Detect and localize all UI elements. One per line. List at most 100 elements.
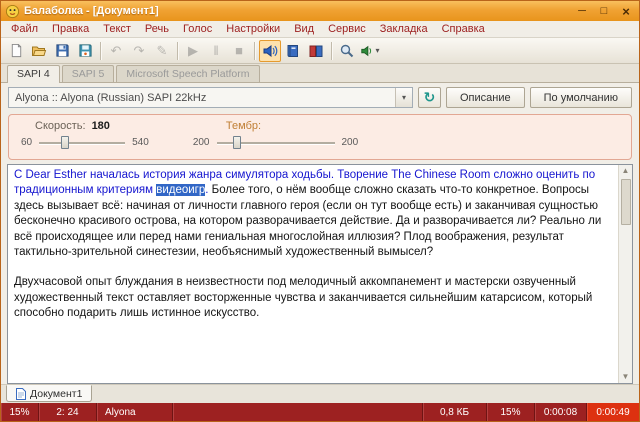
edit-icon: ✎ [157, 44, 168, 57]
books-icon [308, 43, 324, 59]
timbre-label: Тембр: [226, 120, 261, 132]
text-editor[interactable]: С Dear Esther началась история жанра сим… [7, 164, 633, 384]
minimize-button[interactable]: ─ [571, 3, 593, 19]
voice-select[interactable]: Alyona :: Alyona (Russian) SAPI 22kHz ▾ [8, 87, 413, 108]
voice-menu-button[interactable]: ▾ [359, 40, 381, 62]
undo-icon: ↶ [111, 44, 122, 57]
scroll-down-icon[interactable]: ▼ [622, 371, 630, 383]
read-aloud-icon [262, 43, 278, 59]
menu-edit[interactable]: Правка [45, 22, 96, 36]
status-file-size: 0,8 КБ [423, 403, 487, 421]
voice-parameters-panel: Скорость: 180 Тембр: 60 540 200 200 [8, 114, 632, 160]
paragraph-2: Двухчасовой опыт блуждания в неизвестнос… [14, 275, 614, 321]
engine-tabstrip: SAPI 4 SAPI 5 Microsoft Speech Platform [1, 64, 639, 83]
scrollbar-thumb[interactable] [621, 179, 631, 225]
menu-settings[interactable]: Настройки [219, 22, 287, 36]
redo-button[interactable]: ↷ [128, 40, 150, 62]
toolbar: ↶ ↷ ✎ ▶ ‖ ■ ▾ [1, 38, 639, 64]
save-document-button[interactable] [51, 40, 73, 62]
document-tab-label: Документ1 [30, 388, 82, 400]
save-audio-button[interactable] [74, 40, 96, 62]
play-icon: ▶ [188, 44, 198, 57]
timbre-slider-thumb[interactable] [233, 136, 241, 149]
speed-min-label: 60 [21, 137, 32, 148]
menu-view[interactable]: Вид [287, 22, 321, 36]
speed-slider-track[interactable] [39, 142, 125, 145]
menu-text[interactable]: Текст [96, 22, 138, 36]
status-voice-name: Alyona [97, 403, 173, 421]
paragraph-1: С Dear Esther началась история жанра сим… [14, 168, 614, 260]
default-voice-button[interactable]: По умолчанию [530, 87, 632, 108]
open-document-button[interactable] [28, 40, 50, 62]
new-document-icon [9, 43, 24, 58]
refresh-icon: ↻ [424, 89, 436, 106]
open-folder-icon [31, 43, 47, 59]
play-button[interactable]: ▶ [182, 40, 204, 62]
read-aloud-button[interactable] [259, 40, 281, 62]
pronunciation-dictionaries-button[interactable] [305, 40, 327, 62]
tab-sapi4[interactable]: SAPI 4 [7, 65, 60, 83]
scroll-up-icon[interactable]: ▲ [622, 165, 630, 177]
speed-value: 180 [92, 120, 110, 132]
timbre-slider[interactable] [217, 136, 335, 149]
document-tabbar: Документ1 [1, 384, 639, 403]
status-progress-percent: 15% [487, 403, 535, 421]
toolbar-separator [177, 42, 178, 60]
zoom-button[interactable] [336, 40, 358, 62]
stop-icon: ■ [235, 44, 243, 57]
describe-voice-button[interactable]: Описание [446, 87, 525, 108]
combo-dropdown-icon[interactable]: ▾ [395, 88, 412, 107]
chevron-down-icon: ▾ [375, 46, 379, 55]
voice-select-value: Alyona :: Alyona (Russian) SAPI 22kHz [9, 92, 395, 104]
voice-row: Alyona :: Alyona (Russian) SAPI 22kHz ▾ … [1, 83, 639, 112]
window-title: Балаболка - [Документ1] [24, 5, 571, 17]
tab-document1[interactable]: Документ1 [6, 385, 92, 402]
spoken-word-highlight: видеоигр [156, 184, 205, 196]
vertical-scrollbar[interactable]: ▲ ▼ [618, 165, 632, 383]
undo-button[interactable]: ↶ [105, 40, 127, 62]
menu-help[interactable]: Справка [435, 22, 492, 36]
status-bar: 15% 2: 24 Alyona 0,8 КБ 15% 0:00:08 0:00… [1, 403, 639, 421]
close-button[interactable]: × [615, 3, 637, 19]
status-spacer [173, 403, 423, 421]
speed-slider[interactable] [39, 136, 125, 149]
status-cursor-position: 2: 24 [39, 403, 97, 421]
refresh-voices-button[interactable]: ↻ [418, 87, 441, 108]
speed-slider-thumb[interactable] [61, 136, 69, 149]
status-total-time: 0:00:49 [587, 403, 639, 421]
speaker-icon [360, 44, 374, 58]
new-document-button[interactable] [5, 40, 27, 62]
redo-icon: ↷ [134, 44, 145, 57]
timbre-min-label: 200 [193, 137, 210, 148]
save-icon [55, 43, 70, 58]
dictionary-button[interactable] [282, 40, 304, 62]
menu-voice[interactable]: Голос [176, 22, 219, 36]
app-window: Балаболка - [Документ1] ─ □ × Файл Правк… [0, 0, 640, 422]
timbre-max-label: 200 [342, 137, 359, 148]
menu-service[interactable]: Сервис [321, 22, 373, 36]
status-elapsed-time: 0:00:08 [535, 403, 587, 421]
paragraph-2-text: Двухчасовой опыт блуждания в неизвестнос… [14, 276, 592, 319]
menu-speech[interactable]: Речь [138, 22, 176, 36]
menu-file[interactable]: Файл [4, 22, 45, 36]
dictionary-icon [285, 43, 301, 59]
magnifier-icon [339, 43, 355, 59]
pause-button[interactable]: ‖ [205, 40, 227, 62]
tab-microsoft-speech-platform[interactable]: Microsoft Speech Platform [116, 65, 259, 82]
save-audio-icon [78, 43, 93, 58]
edit-button[interactable]: ✎ [151, 40, 173, 62]
app-icon [5, 4, 20, 19]
document-icon [16, 388, 26, 400]
title-bar: Балаболка - [Документ1] ─ □ × [1, 1, 639, 21]
toolbar-separator [331, 42, 332, 60]
stop-button[interactable]: ■ [228, 40, 250, 62]
toolbar-separator [254, 42, 255, 60]
pause-icon: ‖ [213, 44, 218, 57]
maximize-button[interactable]: □ [593, 3, 615, 19]
speed-label: Скорость: [35, 120, 86, 132]
tab-sapi5[interactable]: SAPI 5 [62, 65, 115, 82]
status-percent-left: 15% [1, 403, 39, 421]
speed-max-label: 540 [132, 137, 149, 148]
menu-bookmark[interactable]: Закладка [373, 22, 435, 36]
toolbar-separator [100, 42, 101, 60]
